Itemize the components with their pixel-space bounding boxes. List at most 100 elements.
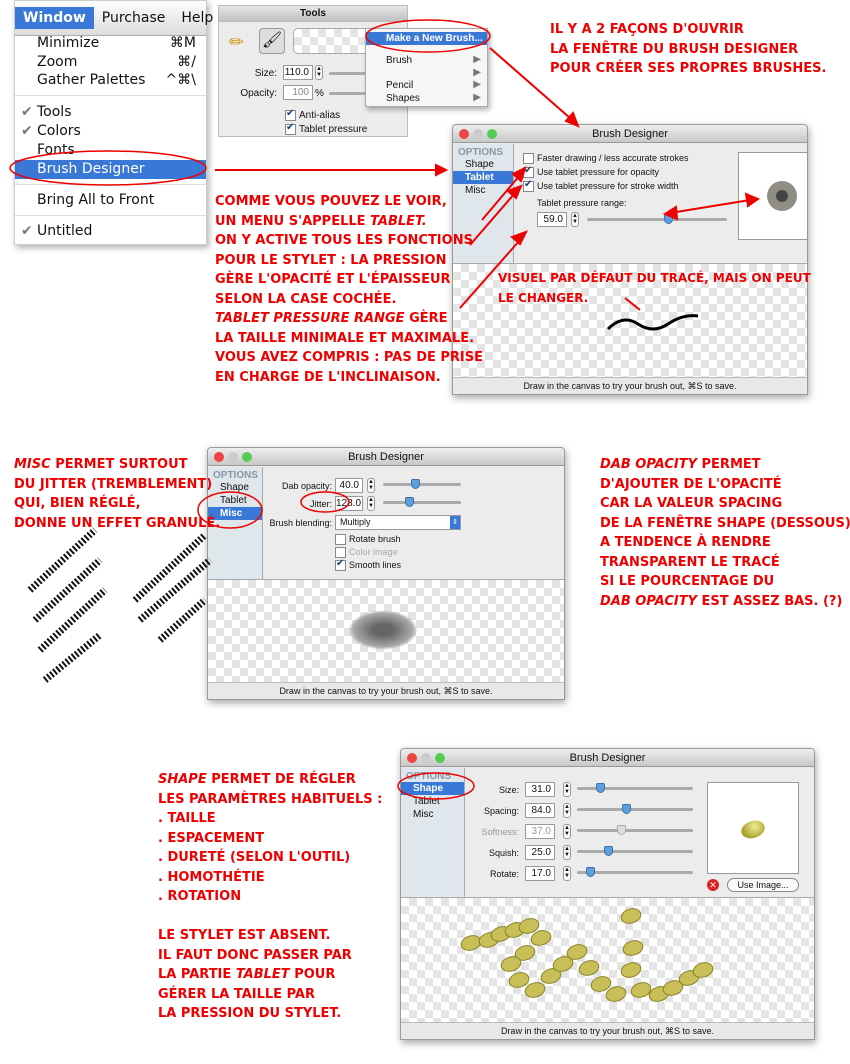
brush-preview[interactable] [293,28,373,54]
shape-row-stepper[interactable]: ▲ ▼ [563,824,571,839]
clear-image-icon[interactable]: ✕ [707,879,719,891]
menu-item-tools[interactable]: ✔ Tools [15,103,206,122]
faster-drawing-checkbox[interactable]: Faster drawing / less accurate strokes [523,153,689,164]
sidebar-item-shape[interactable]: Shape [453,158,513,171]
size-field[interactable]: 110.0 [283,65,313,80]
menu-item-brush[interactable]: Brush [366,54,487,67]
slider-knob[interactable] [405,497,414,507]
menu-item-make-new-brush[interactable]: Make a New Brush... [366,32,487,45]
shortcut: ^⌘\ [165,72,196,88]
menu-item-shapes[interactable]: Shapes [366,92,487,105]
menubar: Window Purchase Help [15,1,213,36]
zoom-button[interactable] [487,129,497,139]
shape-row-field[interactable]: 17.0 [525,866,555,881]
menu-help[interactable]: Help [173,7,221,29]
rotate-brush-checkbox[interactable]: Rotate brush [335,534,401,545]
divider [15,95,206,96]
menu-item-brush-designer[interactable]: Brush Designer [15,160,206,179]
drawing-canvas[interactable] [208,579,564,684]
pressure-width-checkbox[interactable]: Use tablet pressure for stroke width [523,179,679,192]
sidebar-item-tablet[interactable]: Tablet [401,795,464,808]
close-button[interactable] [407,753,417,763]
pencil-icon[interactable]: ✏ [229,32,244,53]
sidebar-item-misc[interactable]: Misc [401,808,464,821]
minimize-button[interactable] [228,452,238,462]
pressure-opacity-checkbox[interactable]: Use tablet pressure for opacity [523,165,659,178]
dab-opacity-stepper[interactable]: ▲ ▼ [367,478,375,493]
jitter-slider[interactable] [383,497,461,507]
menu-purchase[interactable]: Purchase [94,7,174,29]
divider [15,184,206,185]
slider-knob[interactable] [621,804,631,814]
dab-opacity-slider[interactable] [383,479,461,489]
pressure-range-stepper[interactable]: ▲ ▼ [571,212,579,227]
menu-item-bring-all-to-front[interactable]: Bring All to Front [15,191,206,210]
shape-row-stepper[interactable]: ▲ ▼ [563,803,571,818]
drawing-canvas[interactable] [401,897,814,1024]
size-stepper[interactable]: ▲ ▼ [315,65,323,80]
shape-row-field[interactable]: 84.0 [525,803,555,818]
brush-designer-window-misc: Brush Designer OPTIONS Shape Tablet Misc… [207,447,565,700]
slider-knob[interactable] [411,479,420,489]
pressure-range-field[interactable]: 59.0 [537,212,567,227]
tablet-pressure-checkbox[interactable]: Tablet pressure [285,122,367,135]
smooth-lines-checkbox[interactable]: Smooth lines [335,558,401,571]
sidebar-item-shape[interactable]: Shape [401,782,464,795]
menu-item-minimize[interactable]: Minimize ⌘M [15,34,206,53]
label: Colors [37,123,81,139]
minimize-button[interactable] [421,753,431,763]
opacity-slider[interactable] [329,92,369,95]
shape-row-stepper[interactable]: ▲ ▼ [563,845,571,860]
color-image-checkbox[interactable]: Color image [335,547,398,558]
shape-row-slider[interactable] [577,783,693,793]
pressure-range-label: Tablet pressure range: [537,198,627,208]
slider-knob[interactable] [616,825,626,835]
submenu-arrow-icon: ▶ [473,54,481,65]
shape-row-field[interactable]: 31.0 [525,782,555,797]
anti-alias-checkbox[interactable]: Anti-alias [285,108,340,121]
menu-item-gather-palettes[interactable]: Gather Palettes ^⌘\ [15,71,206,90]
slider-knob[interactable] [664,214,674,224]
shape-row-field[interactable]: 25.0 [525,845,555,860]
brush-icon[interactable]: 🖌 [259,28,285,54]
shape-row-slider[interactable] [577,825,693,835]
menu-item-pencil[interactable]: Pencil [366,79,487,92]
menu-item-zoom[interactable]: Zoom ⌘/ [15,53,206,72]
shape-row-slider[interactable] [577,804,693,814]
text: permet de régler les paramètres habituel… [158,772,383,982]
minimize-button[interactable] [473,129,483,139]
brush-blending-select[interactable]: Multiply ⇕ [335,515,461,530]
annotation-shape: Shape permet de régler les paramètres ha… [158,770,382,1024]
opacity-unit: % [315,88,324,99]
close-button[interactable] [459,129,469,139]
menu-item-colors[interactable]: ✔ Colors [15,122,206,141]
zoom-button[interactable] [435,753,445,763]
brush-preview [738,152,807,240]
slider-knob[interactable] [585,867,595,877]
status-bar: Draw in the canvas to try your brush out… [401,1022,814,1039]
shape-row-slider[interactable] [577,867,693,877]
use-image-button[interactable]: Use Image... [727,878,799,892]
slider-knob[interactable] [603,846,613,856]
shape-row-stepper[interactable]: ▲ ▼ [563,866,571,881]
shape-row-stepper[interactable]: ▲ ▼ [563,782,571,797]
dab-opacity-field[interactable]: 40.0 [335,478,363,493]
jitter-field[interactable]: 128.0 [335,496,363,511]
jitter-stepper[interactable]: ▲ ▼ [367,496,375,511]
opacity-field[interactable]: 100 [283,85,313,100]
size-slider[interactable] [329,72,369,75]
menu-item-fonts[interactable]: Fonts [15,141,206,160]
seed-dab [620,908,642,924]
menu-item-untitled[interactable]: ✔ Untitled [15,222,206,241]
seed-dab [578,960,600,976]
zoom-button[interactable] [242,452,252,462]
slider-knob[interactable] [596,783,606,793]
title-bar: Brush Designer [453,125,807,143]
annotation-canvas: Visuel par défaut du tracé, mais on peut… [498,271,811,305]
pressure-range-slider[interactable] [587,214,727,224]
shape-row-field[interactable]: 37.0 [525,824,555,839]
shape-row-slider[interactable] [577,846,693,856]
annotation-dab-opacity: Dab opacity permet d'ajouter de l'opacit… [600,455,850,611]
sidebar-item-tablet[interactable]: Tablet [453,171,513,184]
menu-window[interactable]: Window [15,7,94,29]
